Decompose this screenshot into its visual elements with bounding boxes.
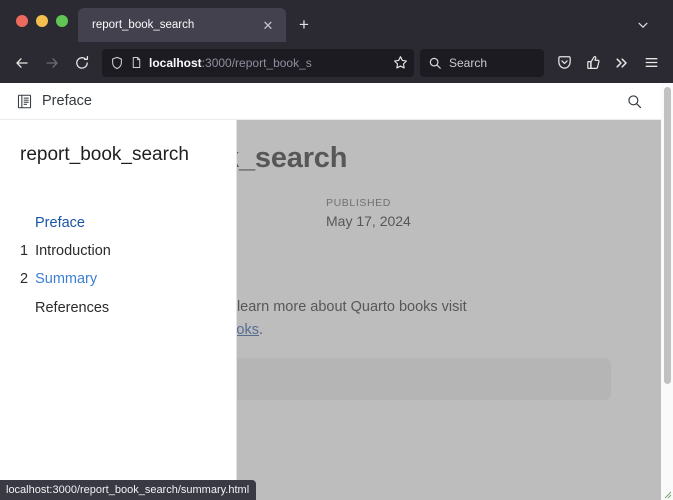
sidebar-item-label: References: [35, 299, 110, 316]
address-bar[interactable]: localhost:3000/report_book_s: [102, 48, 414, 77]
bookmark-star-icon[interactable]: [393, 55, 408, 70]
close-window-button[interactable]: [16, 15, 28, 27]
sidebar-item-label: Preface: [35, 214, 85, 231]
site-brand[interactable]: Preface: [16, 93, 92, 110]
sidebar-item-introduction[interactable]: 1 Introduction: [20, 237, 220, 265]
page-scrollbar-thumb[interactable]: [664, 87, 671, 384]
new-tab-button[interactable]: +: [290, 10, 318, 40]
site-search-icon[interactable]: [621, 88, 647, 114]
sidebar-item-number: [20, 209, 28, 237]
toolbar-right-buttons: [550, 49, 665, 77]
sidebar-item-number: 1: [20, 243, 29, 260]
tabstrip-right-controls: [631, 8, 665, 42]
intro-text-after: .: [259, 321, 264, 338]
close-tab-icon[interactable]: ✕: [258, 15, 278, 35]
published-meta: PUBLISHED May 17, 2024: [326, 197, 611, 229]
sidebar-item-summary[interactable]: 2 Summary: [20, 265, 220, 293]
maximize-window-button[interactable]: [56, 15, 68, 27]
page-icon: [130, 56, 143, 69]
reload-button[interactable]: [68, 49, 96, 77]
browser-window: report_book_search ✕ + localhost:3000/re…: [0, 0, 673, 500]
sidebar-item-references[interactable]: References: [20, 294, 220, 322]
app-menu-icon[interactable]: [637, 49, 665, 77]
tab-strip: report_book_search ✕ +: [0, 0, 673, 42]
browser-chrome: report_book_search ✕ + localhost:3000/re…: [0, 0, 673, 83]
sidebar-title: report_book_search: [20, 144, 189, 165]
extensions-icon[interactable]: [579, 49, 607, 77]
back-button[interactable]: [8, 49, 36, 77]
browser-tab[interactable]: report_book_search ✕: [78, 8, 286, 42]
url-text: localhost:3000/report_book_s: [149, 56, 387, 70]
published-date: May 17, 2024: [326, 213, 411, 230]
page-scrollbar[interactable]: [661, 83, 673, 500]
search-icon: [428, 56, 442, 70]
shield-icon: [110, 56, 124, 70]
sidebar: report_book_search Preface 1 Introductio…: [0, 120, 237, 500]
url-host: localhost: [149, 55, 202, 70]
site-brand-label: Preface: [42, 93, 92, 109]
site-navbar: Preface: [0, 83, 661, 120]
browser-search-box[interactable]: Search: [420, 48, 544, 77]
url-path: :3000/report_book_s: [201, 55, 312, 70]
browser-search-placeholder: Search: [449, 55, 488, 70]
sidebar-item-label: Introduction: [35, 243, 111, 260]
window-controls: [8, 0, 78, 42]
browser-toolbar: localhost:3000/report_book_s Search: [0, 42, 673, 83]
pocket-icon[interactable]: [550, 49, 578, 77]
page-viewport: Preface report_book_search PUBLISHED May…: [0, 83, 673, 500]
sidebar-toc: Preface 1 Introduction 2 Summary Referen…: [20, 209, 220, 322]
minimize-window-button[interactable]: [36, 15, 48, 27]
sidebar-item-number: 2: [20, 271, 29, 288]
chevron-down-icon[interactable]: [631, 13, 655, 37]
published-label: PUBLISHED: [326, 197, 391, 210]
overflow-menu-icon[interactable]: [608, 49, 636, 77]
sidebar-item-label: Summary: [35, 271, 98, 288]
book-icon: [16, 93, 33, 110]
sidebar-item-preface[interactable]: Preface: [20, 209, 220, 237]
sidebar-item-number: [20, 294, 28, 322]
tab-title: report_book_search: [92, 19, 195, 31]
link-status-bar: localhost:3000/report_book_search/summar…: [0, 480, 257, 500]
forward-button[interactable]: [38, 49, 66, 77]
window-resize-grip[interactable]: [662, 489, 672, 499]
